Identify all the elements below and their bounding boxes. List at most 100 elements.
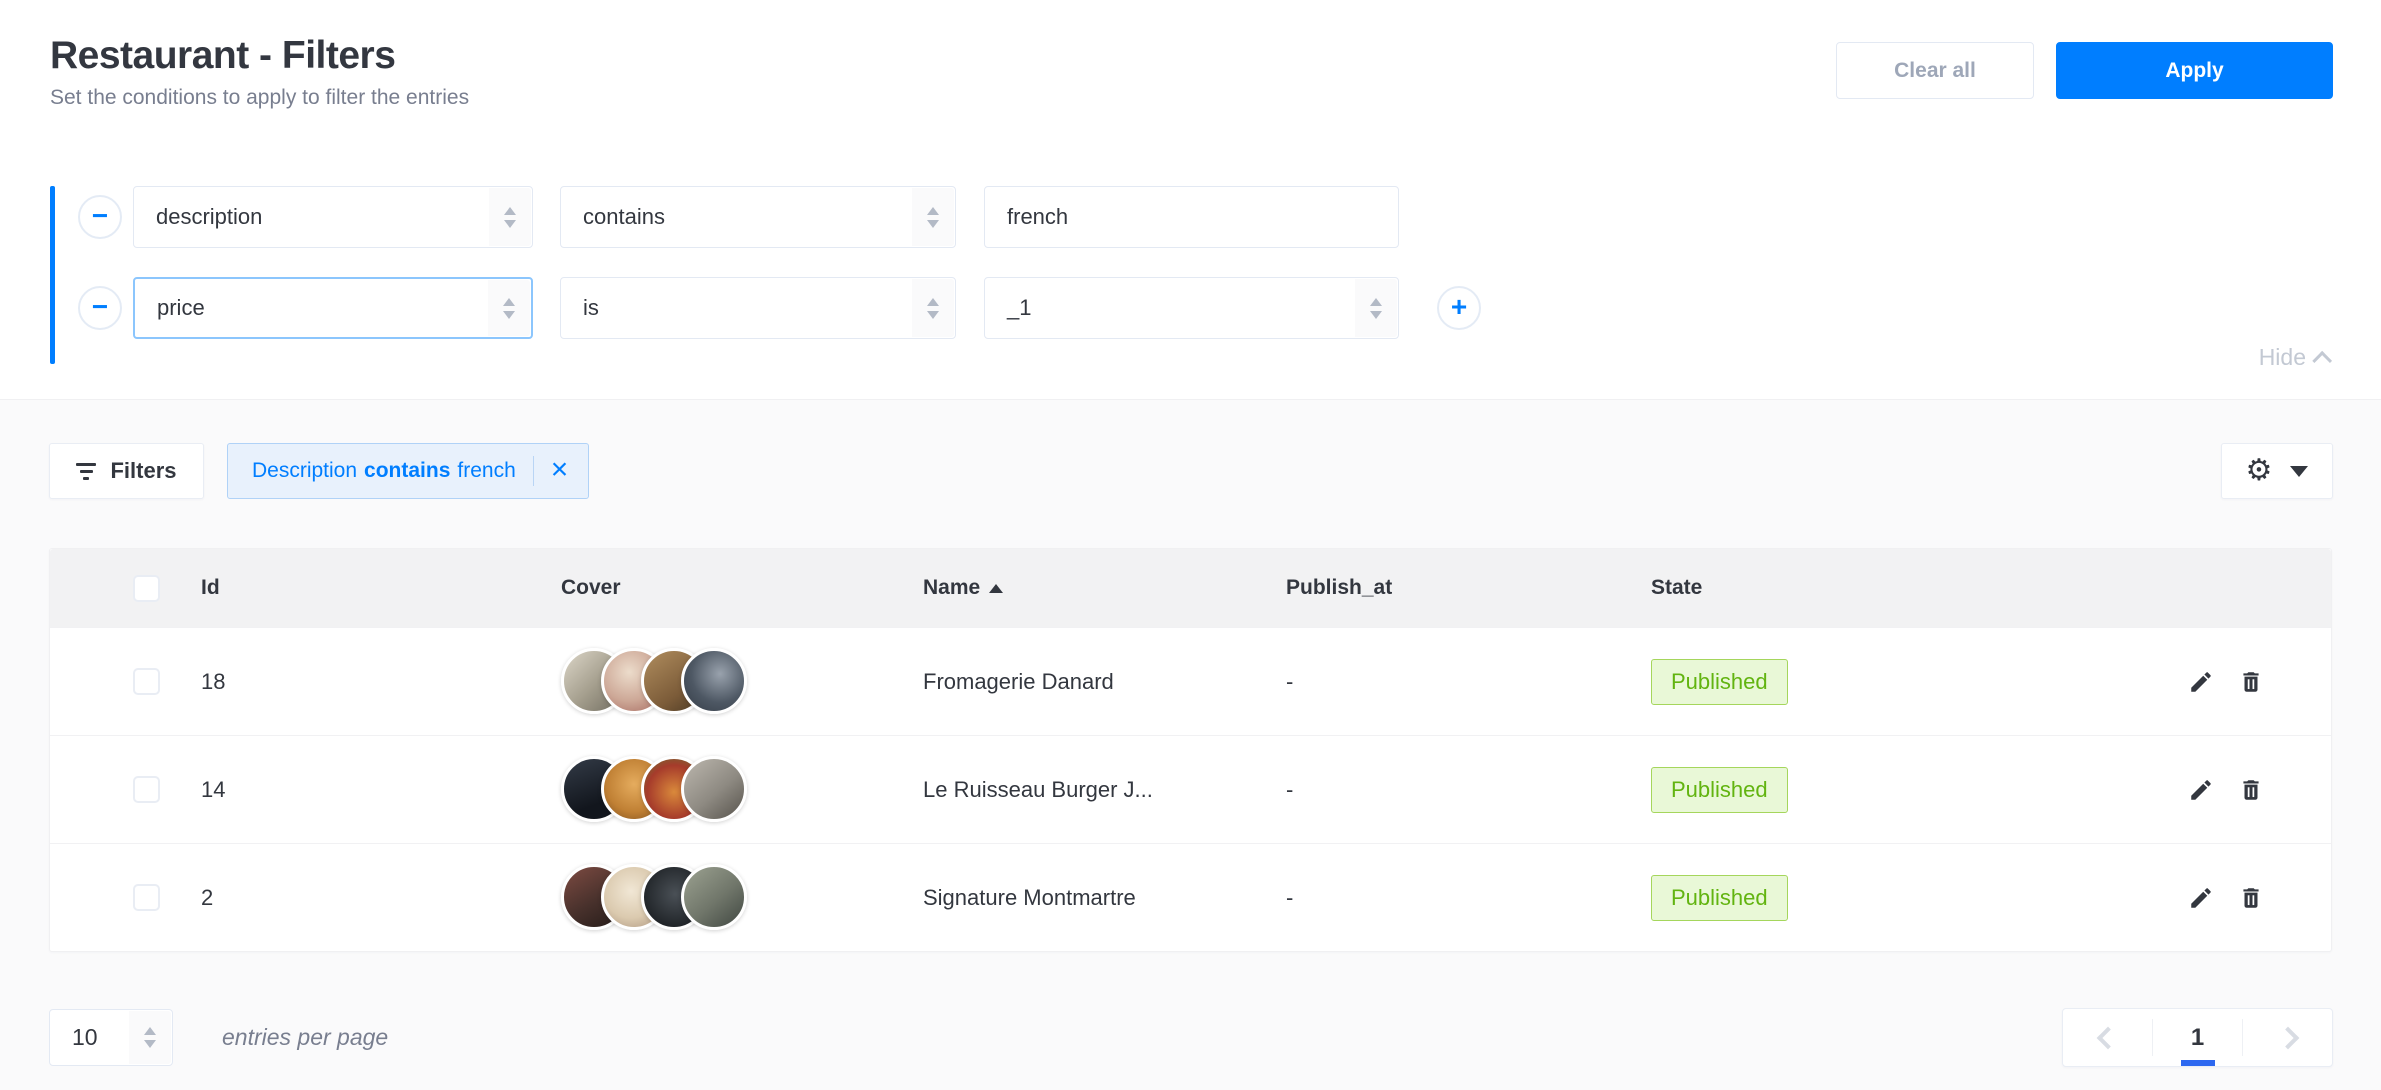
pagination: 1: [2062, 1008, 2333, 1067]
page-header: Restaurant - Filters Set the conditions …: [50, 34, 2333, 110]
content-area: Filters Description contains french × ⚙ …: [0, 401, 2381, 1090]
delete-icon[interactable]: [2237, 668, 2265, 696]
filter-row: − price is _1 +: [78, 277, 1481, 339]
cell-id: 18: [201, 669, 561, 695]
status-badge: Published: [1651, 875, 1788, 921]
table-row[interactable]: 14 Le Ruisseau Burger J... - Published: [50, 735, 2331, 843]
minus-icon: −: [92, 202, 108, 230]
select-arrows-icon: [129, 1011, 171, 1064]
chevron-up-icon: [2312, 350, 2332, 370]
hide-filters-link[interactable]: Hide: [2259, 344, 2332, 371]
row-checkbox[interactable]: [133, 884, 160, 911]
minus-icon: −: [92, 293, 108, 321]
cell-publish-at: -: [1286, 885, 1651, 911]
filter-operator-value: is: [561, 295, 599, 321]
list-toolbar: Filters Description contains french × ⚙: [49, 443, 2333, 499]
clear-all-button[interactable]: Clear all: [1836, 42, 2034, 99]
filter-tag-operator: contains: [364, 459, 450, 483]
cover-photo: [681, 648, 747, 714]
select-arrows-icon: [488, 280, 530, 336]
add-filter-button[interactable]: +: [1437, 286, 1481, 330]
plus-icon: +: [1451, 293, 1467, 321]
column-header-publish-at[interactable]: Publish_at: [1286, 576, 1651, 600]
page-title: Restaurant - Filters: [50, 34, 469, 78]
filter-operator-select[interactable]: contains: [560, 186, 956, 248]
chevron-left-icon: [2096, 1026, 2119, 1049]
title-block: Restaurant - Filters Set the conditions …: [50, 34, 469, 110]
table-header-row: Id Cover Name Publish_at State: [50, 549, 2331, 627]
table-settings-button[interactable]: ⚙: [2221, 443, 2333, 499]
table-row[interactable]: 18 Fromagerie Danard - Published: [50, 627, 2331, 735]
next-page-button[interactable]: [2243, 1009, 2332, 1066]
select-arrows-icon: [489, 188, 531, 246]
filter-value-input[interactable]: [984, 186, 1399, 248]
select-all-checkbox[interactable]: [133, 575, 160, 602]
delete-icon[interactable]: [2237, 884, 2265, 912]
status-badge: Published: [1651, 659, 1788, 705]
select-arrows-icon: [912, 279, 954, 337]
column-header-cover[interactable]: Cover: [561, 576, 923, 600]
remove-filter-button[interactable]: −: [78, 195, 122, 239]
remove-filter-tag-icon[interactable]: ×: [551, 455, 569, 485]
row-checkbox[interactable]: [133, 668, 160, 695]
edit-icon[interactable]: [2187, 668, 2215, 696]
cell-name: Signature Montmartre: [923, 885, 1286, 911]
filter-tag-value: french: [457, 459, 515, 483]
table-row[interactable]: 2 Signature Montmartre - Published: [50, 843, 2331, 951]
remove-filter-button[interactable]: −: [78, 286, 122, 330]
filter-field-select[interactable]: price: [133, 277, 533, 339]
filter-icon: [76, 463, 96, 480]
gear-icon: ⚙: [2246, 456, 2273, 486]
status-badge: Published: [1651, 767, 1788, 813]
column-header-state[interactable]: State: [1651, 576, 2151, 600]
filter-tag-field: Description: [252, 459, 357, 483]
cell-name: Le Ruisseau Burger J...: [923, 777, 1286, 803]
cover-photo: [681, 756, 747, 822]
filters-panel: Restaurant - Filters Set the conditions …: [0, 0, 2381, 400]
column-header-id[interactable]: Id: [201, 576, 561, 600]
filter-field-value: description: [134, 204, 262, 230]
chevron-right-icon: [2276, 1026, 2299, 1049]
select-arrows-icon: [912, 188, 954, 246]
sort-asc-icon: [989, 584, 1003, 593]
page-1-button[interactable]: 1: [2153, 1009, 2242, 1066]
page: Restaurant - Filters Set the conditions …: [0, 0, 2381, 1090]
filters-button[interactable]: Filters: [49, 443, 204, 499]
cell-id: 14: [201, 777, 561, 803]
previous-page-button[interactable]: [2063, 1009, 2152, 1066]
hide-label: Hide: [2259, 344, 2306, 371]
row-checkbox[interactable]: [133, 776, 160, 803]
current-page-number: 1: [2191, 1024, 2204, 1052]
filter-field-select[interactable]: description: [133, 186, 533, 248]
filter-operator-value: contains: [561, 204, 665, 230]
cell-publish-at: -: [1286, 669, 1651, 695]
filter-value: _1: [985, 295, 1031, 321]
chevron-down-icon: [2290, 466, 2308, 477]
cell-id: 2: [201, 885, 561, 911]
cover-images: [561, 648, 751, 716]
cell-name: Fromagerie Danard: [923, 669, 1286, 695]
filters-button-label: Filters: [110, 458, 176, 484]
apply-button[interactable]: Apply: [2056, 42, 2333, 99]
cover-photo: [681, 864, 747, 930]
cell-publish-at: -: [1286, 777, 1651, 803]
entries-per-page-label: entries per page: [222, 1024, 388, 1051]
table-footer: 10 entries per page 1: [49, 1008, 2333, 1067]
filter-operator-select[interactable]: is: [560, 277, 956, 339]
column-header-name[interactable]: Name: [923, 576, 1286, 600]
entries-table: Id Cover Name Publish_at State 18 Fromag…: [49, 548, 2332, 952]
tag-divider: [533, 456, 534, 486]
delete-icon[interactable]: [2237, 776, 2265, 804]
active-page-indicator: [2181, 1060, 2215, 1066]
active-filter-tag: Description contains french ×: [227, 443, 589, 499]
header-actions: Clear all Apply: [1836, 42, 2333, 99]
page-size-value: 10: [50, 1024, 98, 1051]
number-stepper-arrows-icon[interactable]: [1355, 279, 1397, 337]
edit-icon[interactable]: [2187, 776, 2215, 804]
page-size-select[interactable]: 10: [49, 1009, 173, 1066]
filter-group-accent-bar: [50, 186, 55, 364]
page-subtitle: Set the conditions to apply to filter th…: [50, 86, 469, 110]
filter-value-number-input[interactable]: _1: [984, 277, 1399, 339]
edit-icon[interactable]: [2187, 884, 2215, 912]
filter-row: − description contains: [78, 186, 1399, 248]
